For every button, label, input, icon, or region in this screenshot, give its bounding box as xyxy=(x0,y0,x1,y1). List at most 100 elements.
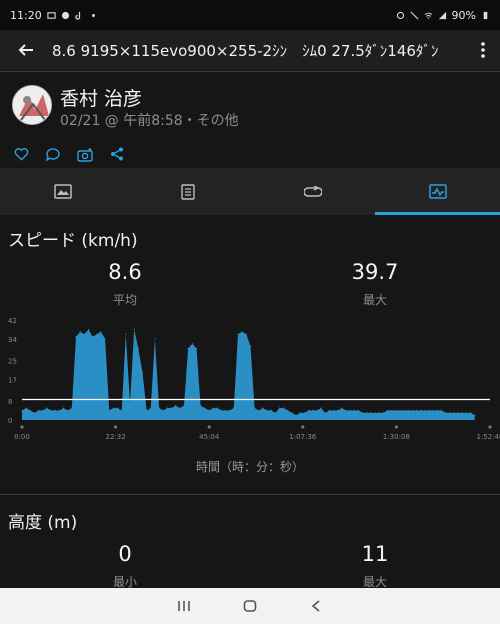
speed-data-point xyxy=(141,371,144,373)
speed-data-point xyxy=(125,333,127,335)
speed-data-point xyxy=(320,407,322,409)
speed-data-point xyxy=(116,407,119,409)
speed-data-point xyxy=(67,409,69,412)
system-navigation-bar xyxy=(0,588,500,624)
share-button[interactable] xyxy=(108,145,126,163)
speed-data-point xyxy=(436,409,438,412)
back-system-button[interactable] xyxy=(283,588,349,624)
y-tick-label: 34 xyxy=(8,336,17,344)
speed-data-point xyxy=(33,412,36,414)
speed-data-point xyxy=(416,409,418,412)
back-chevron-icon xyxy=(311,600,320,612)
speed-data-point xyxy=(158,407,160,409)
tab-overview[interactable] xyxy=(0,168,125,215)
speed-data-point xyxy=(92,336,94,338)
activity-meta: 02/21 @ 午前8:58・その他 xyxy=(60,113,239,129)
x-tick-label: 1:07:36 xyxy=(289,433,317,441)
speed-data-point xyxy=(403,409,405,412)
status-bar: 11:20 90% xyxy=(0,0,500,30)
speed-data-point xyxy=(382,412,384,414)
speed-data-point xyxy=(324,412,326,414)
speed-data-point xyxy=(370,412,372,414)
speed-data-point xyxy=(21,409,23,412)
speed-data-point xyxy=(395,409,397,412)
speed-data-point xyxy=(229,409,231,412)
recent-apps-button[interactable] xyxy=(151,588,217,624)
y-tick-label: 0 xyxy=(8,417,12,425)
status-time: 11:20 xyxy=(10,8,42,22)
alarm-icon xyxy=(396,11,404,19)
speed-data-point xyxy=(457,412,459,414)
speed-data-point xyxy=(79,331,81,333)
speed-data-point xyxy=(474,414,476,416)
speed-data-point xyxy=(150,407,152,409)
charts-icon xyxy=(428,184,447,199)
y-tick-label: 42 xyxy=(8,317,17,325)
speed-data-point xyxy=(407,409,409,412)
speed-data-point xyxy=(283,407,285,409)
user-name[interactable]: 香村 治彦 xyxy=(60,84,142,111)
avatar-picture-icon xyxy=(13,86,51,124)
heart-icon xyxy=(14,148,28,161)
speed-data-point xyxy=(100,331,102,333)
back-button[interactable] xyxy=(0,30,52,70)
speed-data-point xyxy=(411,409,413,412)
speed-data-point xyxy=(274,412,276,414)
speed-data-point xyxy=(96,333,98,335)
speed-chart[interactable]: 42 34 25 17 8 00:00 22:32 45:04 1:07:36 1:30:08 1:… xyxy=(0,312,500,446)
speed-data-point xyxy=(262,407,264,409)
tab-laps[interactable] xyxy=(250,168,375,215)
x-tick-mark xyxy=(394,425,398,429)
speed-data-point xyxy=(162,409,164,412)
x-tick-mark xyxy=(20,425,24,429)
mute-icon xyxy=(410,11,419,19)
x-tick-label: 45:04 xyxy=(199,433,220,441)
comment-icon xyxy=(45,147,60,162)
speed-data-point xyxy=(241,331,243,333)
recents-icon xyxy=(178,601,190,611)
speed-chart-x-axis-label: 時間（時：分：秒） xyxy=(195,460,304,474)
speed-data-point xyxy=(308,409,310,412)
speed-data-point xyxy=(291,412,293,414)
speed-data-point xyxy=(220,409,222,412)
activity-title: 8.6 9195×115evo900×255-2ｼﾝ ｼﾑ0 27.5ﾀﾞﾝ14… xyxy=(52,41,439,60)
speed-data-point xyxy=(195,348,198,350)
divider xyxy=(0,494,500,495)
speed-data-point xyxy=(50,409,52,412)
speed-data-point xyxy=(29,409,31,412)
elevation-min-value: 0 xyxy=(118,542,132,566)
speed-data-point xyxy=(179,407,181,409)
like-button[interactable] xyxy=(12,145,30,163)
speed-data-point xyxy=(129,402,131,404)
speed-data-point xyxy=(440,409,443,412)
speed-data-point xyxy=(183,405,185,407)
add-photo-button[interactable] xyxy=(76,145,94,163)
tab-details[interactable] xyxy=(125,168,250,215)
more-vertical-icon xyxy=(481,42,485,58)
more-options-button[interactable] xyxy=(466,30,500,70)
speed-data-point xyxy=(38,409,40,412)
speed-data-point xyxy=(249,345,252,347)
speed-data-point xyxy=(46,407,48,409)
speed-data-point xyxy=(237,333,239,335)
speed-data-point xyxy=(312,409,314,412)
speed-data-point xyxy=(420,409,422,412)
x-tick-label: 22:32 xyxy=(105,433,125,441)
speed-data-point xyxy=(449,412,451,414)
x-tick-mark xyxy=(207,425,211,429)
speed-data-point xyxy=(258,409,260,412)
avatar[interactable] xyxy=(12,85,52,125)
speed-data-point xyxy=(216,407,218,409)
speed-data-point xyxy=(75,336,77,338)
speed-data-point xyxy=(245,333,247,335)
comment-button[interactable] xyxy=(44,145,62,163)
speed-data-point xyxy=(71,407,73,409)
home-button[interactable] xyxy=(217,588,283,624)
speed-data-point xyxy=(287,409,289,412)
speed-data-point xyxy=(399,409,401,412)
battery-level: 90% xyxy=(451,8,476,22)
speed-data-point xyxy=(432,409,434,412)
x-tick-label: 0:00 xyxy=(14,433,30,441)
social-actions xyxy=(0,142,500,166)
tab-charts[interactable] xyxy=(375,168,500,215)
